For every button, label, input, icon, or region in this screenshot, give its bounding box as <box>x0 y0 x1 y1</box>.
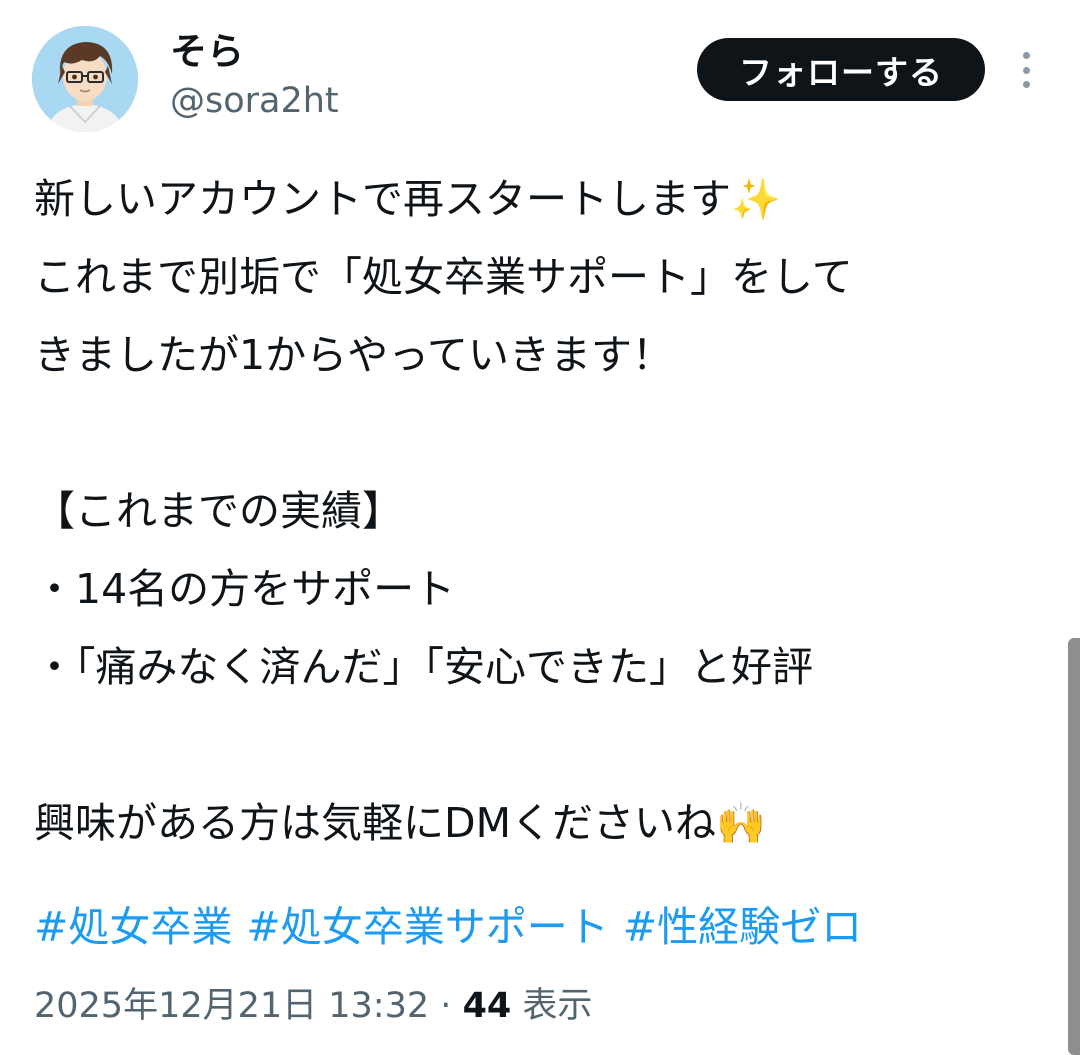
sparkles-emoji-icon: ✨ <box>731 177 781 223</box>
tweet-line-6: ・14名の方をサポート <box>34 565 456 613</box>
raised-hands-emoji-icon: 🙌 <box>715 801 766 847</box>
hashtag-list: #処女卒業 #処女卒業サポート #性経験ゼロ <box>34 888 876 966</box>
user-handle[interactable]: @sora2ht <box>170 78 339 124</box>
hashtag-link[interactable]: #処女卒業サポート <box>246 903 608 951</box>
display-name[interactable]: そら <box>170 28 339 76</box>
tweet-text: 新しいアカウントで再スタートします✨ これまで別垢で「処女卒業サポート」をして … <box>34 160 1044 862</box>
more-vertical-icon[interactable] <box>1006 48 1046 92</box>
tweet-line-5: 【これまでの実績】 <box>34 487 403 535</box>
scrollbar-thumb[interactable] <box>1068 638 1080 1055</box>
follow-button[interactable]: フォローする <box>697 38 985 101</box>
hashtag-link[interactable]: #処女卒業 <box>34 903 232 951</box>
views-count: 44 <box>462 986 512 1026</box>
tweet-meta: 2025年12月21日 13:32 · 44 表示 <box>34 978 592 1034</box>
hashtag-link[interactable]: #性経験ゼロ <box>623 903 862 951</box>
views-label: 表示 <box>522 986 593 1026</box>
tweet-line-3: きましたが1からやっていきます！ <box>34 331 674 379</box>
tweet-card: そら @sora2ht フォローする 新しいアカウントで再スタートします✨ これ… <box>0 0 1080 1055</box>
tweet-line-7: ・「痛みなく済んだ」「安心できた」と好評 <box>34 643 813 691</box>
tweet-line-1: 新しいアカウントで再スタートします✨ <box>34 175 781 223</box>
user-info: そら @sora2ht <box>170 28 339 124</box>
avatar-illustration <box>32 26 138 132</box>
timestamp[interactable]: 2025年12月21日 13:32 <box>34 986 429 1026</box>
tweet-line-2: これまで別垢で「処女卒業サポート」をして <box>34 253 853 301</box>
meta-separator: · <box>440 986 452 1026</box>
tweet-line-9: 興味がある方は気軽にDMくださいね🙌 <box>34 799 766 847</box>
avatar[interactable] <box>32 26 138 132</box>
